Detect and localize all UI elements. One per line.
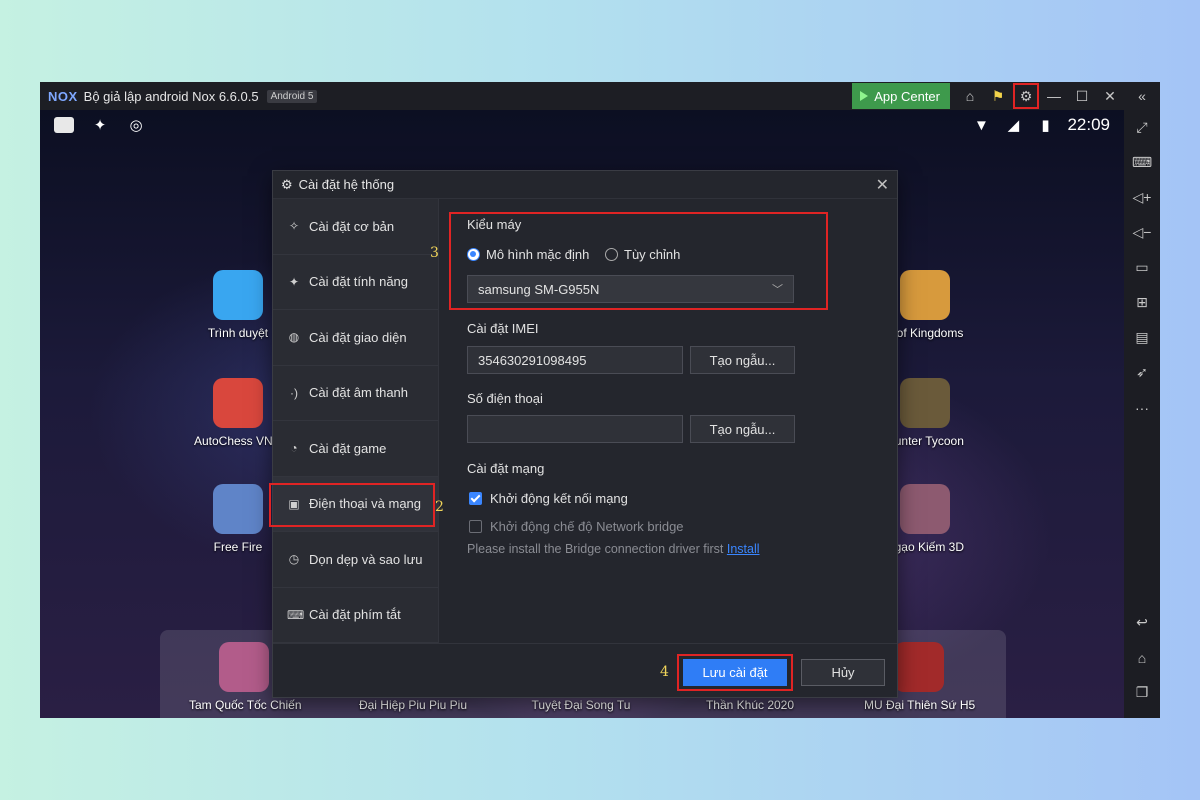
minimize-icon[interactable]: — (1040, 82, 1068, 110)
menu-item-interface[interactable]: ◍ Cài đặt giao diện (273, 310, 438, 366)
radio-unselected (605, 248, 618, 261)
model-default-radio[interactable]: Mô hình mặc định (467, 247, 589, 262)
recent-apps-icon[interactable]: ❐ (1124, 675, 1160, 710)
step-3-marker: 3 (430, 245, 439, 261)
tree-icon[interactable]: ⚑ (984, 82, 1012, 110)
tam-quoc-icon (219, 642, 269, 692)
cancel-button[interactable]: Hủy (801, 659, 885, 686)
keyboard-icon[interactable]: ⌨ (1124, 145, 1160, 180)
settings-gear-icon[interactable]: ⚙ (1012, 82, 1040, 110)
home-icon[interactable]: ⌂ (1124, 640, 1160, 675)
browser-icon (213, 270, 263, 320)
hunter-tycoon-icon (900, 378, 950, 428)
system-settings-dialog: ⚙ Cài đặt hệ thống ✕ ✧ Cài đặt cơ bản ✦ … (269, 170, 898, 698)
puzzle-icon: ✧ (288, 219, 300, 234)
model-label: Kiểu máy (467, 217, 522, 232)
install-link[interactable]: Install (727, 542, 760, 556)
clean-icon: ◷ (288, 552, 300, 567)
settings-menu: ✧ Cài đặt cơ bản ✦ Cài đặt tính năng ◍ C… (269, 199, 439, 644)
enable-network-checkbox[interactable]: Khởi động kết nối mạng (469, 491, 628, 506)
android-screen: ✦ ◎ ▼ ◢ ▮ 22:09 Trình duyệt AutoChess VN… (40, 110, 1124, 718)
phone-number-input[interactable] (467, 415, 683, 443)
title-bar-controls: App Center ⌂ ⚑ ⚙ — ☐ ✕ « (852, 82, 1160, 110)
nox-logo: NOX (48, 88, 78, 104)
network-label: Cài đặt mạng (467, 461, 545, 476)
imei-input[interactable]: 354630291098495 (467, 346, 683, 374)
play-icon (860, 91, 869, 101)
imei-generate-button[interactable]: Tạo ngẫu... (690, 346, 795, 374)
model-select[interactable]: samsung SM-G955N ﹀ (467, 275, 794, 303)
menu-item-cleanup-backup[interactable]: ◷ Dọn dẹp và sao lưu (273, 532, 438, 588)
theme-icon[interactable]: ⌂ (956, 82, 984, 110)
phone-generate-button[interactable]: Tạo ngẫu... (690, 415, 795, 443)
menu-item-features[interactable]: ✦ Cài đặt tính năng (273, 255, 438, 310)
sound-icon: ·) (290, 385, 298, 400)
menu-item-shortcuts[interactable]: ⌨ Cài đặt phím tắt (273, 588, 438, 643)
phone-network-panel: Kiểu máy Mô hình mặc định Tùy chỉnh sams… (439, 199, 897, 644)
mu-icon (894, 642, 944, 692)
fullscreen-icon[interactable]: ⤢ (1124, 110, 1160, 145)
window-title: Bộ giả lập android Nox 6.6.0.5 (83, 88, 259, 104)
keyboard-icon: ⌨ (287, 607, 305, 622)
maximize-icon[interactable]: ☐ (1068, 82, 1096, 110)
wifi-icon: ▼ (974, 116, 989, 134)
volume-down-icon[interactable]: ◁− (1124, 215, 1160, 250)
settings-gear-icon: ⚙ (281, 176, 293, 192)
app-notification-icon (54, 117, 74, 133)
android-version-badge: Android 5 (266, 89, 318, 103)
phone-number-label: Số điện thoại (467, 391, 543, 406)
clock: 22:09 (1067, 115, 1110, 134)
emulator-window: NOX Bộ giả lập android Nox 6.6.0.5 Andro… (40, 82, 1160, 718)
app-center-label: App Center (874, 88, 940, 104)
volume-up-icon[interactable]: ◁+ (1124, 180, 1160, 215)
dialog-header: ⚙ Cài đặt hệ thống (273, 171, 897, 199)
title-bar: NOX Bộ giả lập android Nox 6.6.0.5 Andro… (40, 82, 1160, 110)
collapse-sidebar-icon[interactable]: « (1124, 82, 1160, 110)
battery-icon: ▮ (1041, 117, 1050, 134)
rocket-icon[interactable]: ➶ (1124, 355, 1160, 390)
menu-item-basic[interactable]: ✧ Cài đặt cơ bản (273, 199, 438, 255)
model-custom-radio[interactable]: Tùy chỉnh (605, 247, 680, 262)
save-settings-button[interactable]: Lưu cài đặt (683, 659, 787, 686)
signal-icon: ◢ (1007, 117, 1020, 134)
menu-item-game[interactable]: ◔ Cài đặt game (273, 421, 438, 477)
ngao-kiem-icon (900, 484, 950, 534)
close-icon[interactable]: ✕ (1096, 82, 1124, 110)
checkbox-checked (469, 492, 482, 505)
screen-icon[interactable]: ▭ (1124, 250, 1160, 285)
more-icon[interactable]: ··· (1124, 390, 1160, 425)
sparkle-icon: ✦ (288, 274, 300, 289)
bridge-hint: Please install the Bridge connection dri… (467, 542, 760, 556)
checkbox-unchecked (469, 520, 482, 533)
radio-selected (467, 248, 480, 261)
dialog-close-icon[interactable]: ✕ (876, 175, 889, 195)
menu-item-phone-network[interactable]: ▣ Điện thoại và mạng (269, 476, 438, 532)
imei-label: Cài đặt IMEI (467, 321, 539, 336)
toolbox-icon[interactable]: ▤ (1124, 320, 1160, 355)
highlight-box-step-2 (269, 482, 435, 527)
android-status-bar: ✦ ◎ ▼ ◢ ▮ 22:09 (40, 110, 1124, 142)
bridge-mode-checkbox[interactable]: Khởi động chế độ Network bridge (469, 519, 684, 534)
chevron-down-icon: ﹀ (772, 284, 783, 296)
gauge-icon: ◔ (290, 441, 298, 456)
app-center-button[interactable]: App Center (852, 83, 950, 109)
freefire-icon (213, 484, 263, 534)
autochess-icon (213, 378, 263, 428)
dialog-title: Cài đặt hệ thống (298, 177, 395, 192)
kingdoms-icon (900, 270, 950, 320)
diamond-icon: ✦ (93, 117, 107, 134)
add-apk-icon[interactable]: ⊞ (1124, 285, 1160, 320)
emulator-sidebar: ⤢ ⌨ ◁+ ◁− ▭ ⊞ ▤ ➶ ··· ↩ ⌂ ❐ (1124, 110, 1160, 718)
palette-icon: ◍ (288, 330, 300, 345)
dialog-footer: Lưu cài đặt Hủy (273, 643, 897, 697)
model-select-value: samsung SM-G955N (478, 281, 600, 297)
menu-item-sound[interactable]: ·) Cài đặt âm thanh (273, 366, 438, 421)
back-icon[interactable]: ↩ (1124, 605, 1160, 640)
swirl-icon: ◎ (129, 117, 143, 134)
